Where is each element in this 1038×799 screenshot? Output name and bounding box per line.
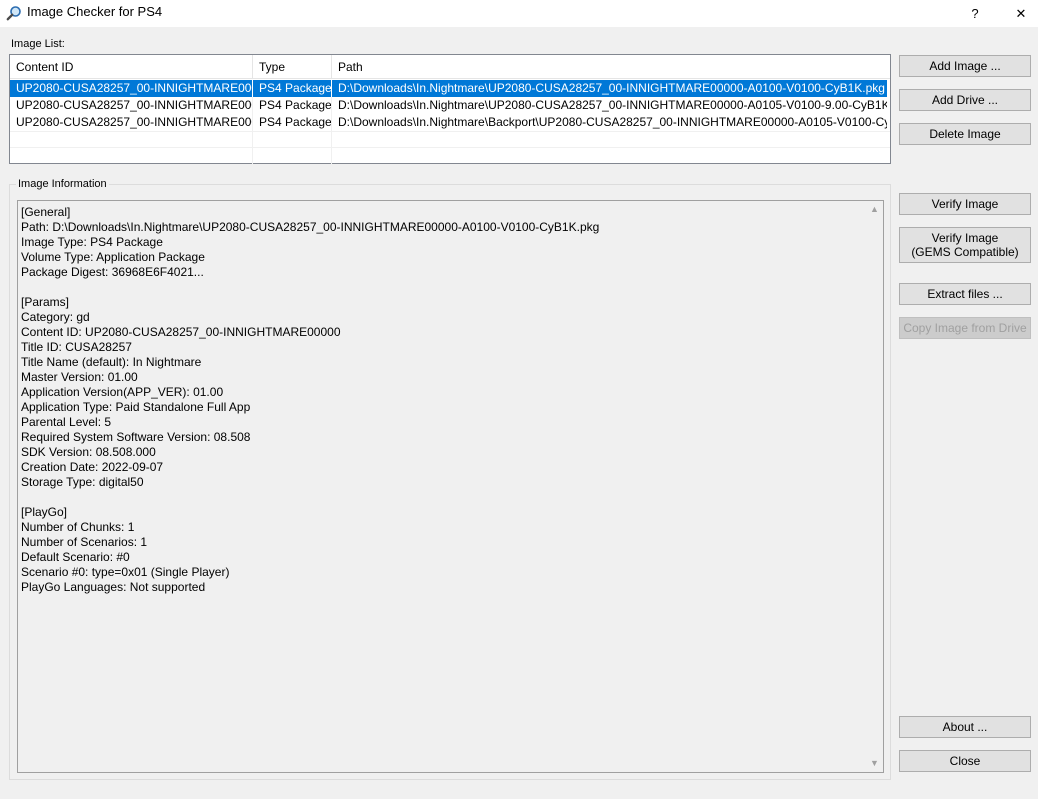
table-row[interactable]: UP2080-CUSA28257_00-INNIGHTMARE00000 PS4… <box>10 114 890 131</box>
image-information-label: Image Information <box>16 178 109 190</box>
cell-content-id: UP2080-CUSA28257_00-INNIGHTMARE00000 <box>10 80 253 97</box>
cell-content-id: UP2080-CUSA28257_00-INNIGHTMARE00000 <box>10 97 253 114</box>
image-information-text: [General] Path: D:\Downloads\In.Nightmar… <box>21 205 600 594</box>
cell-content-id: UP2080-CUSA28257_00-INNIGHTMARE00000 <box>10 114 253 131</box>
empty-cell <box>10 148 253 165</box>
table-row[interactable]: UP2080-CUSA28257_00-INNIGHTMARE00000 PS4… <box>10 97 890 114</box>
help-button[interactable]: ? <box>952 0 998 27</box>
verify-gems-line2: (GEMS Compatible) <box>911 245 1019 259</box>
extract-files-button[interactable]: Extract files ... <box>899 283 1031 305</box>
cell-path: D:\Downloads\In.Nightmare\UP2080-CUSA282… <box>332 80 887 97</box>
copy-image-from-drive-button: Copy Image from Drive <box>899 317 1031 339</box>
title-bar: Image Checker for PS4 ? ✕ <box>0 0 1038 27</box>
column-header-path[interactable]: Path <box>332 55 890 78</box>
window-close-button[interactable]: ✕ <box>998 0 1038 27</box>
window-title: Image Checker for PS4 <box>27 4 163 19</box>
cell-path: D:\Downloads\In.Nightmare\UP2080-CUSA282… <box>338 98 887 112</box>
column-header-type[interactable]: Type <box>253 55 332 78</box>
empty-cell <box>253 148 332 165</box>
delete-image-button[interactable]: Delete Image <box>899 123 1031 145</box>
cell-path: D:\Downloads\In.Nightmare\Backport\UP208… <box>338 115 887 129</box>
verify-gems-line1: Verify Image <box>931 231 999 245</box>
list-header: Content ID Type Path <box>10 55 890 79</box>
cell-type: PS4 Package <box>253 97 332 114</box>
image-list-label: Image List: <box>11 38 65 50</box>
column-header-content-id[interactable]: Content ID <box>10 55 253 78</box>
close-button[interactable]: Close <box>899 750 1031 772</box>
vertical-scrollbar[interactable]: ▲ ▼ <box>866 201 883 772</box>
image-information-textbox[interactable]: [General] Path: D:\Downloads\In.Nightmar… <box>17 200 884 773</box>
about-button[interactable]: About ... <box>899 716 1031 738</box>
magnifier-icon <box>6 5 22 21</box>
scroll-up-arrow-icon[interactable]: ▲ <box>866 201 883 218</box>
verify-image-gems-button[interactable]: Verify Image (GEMS Compatible) <box>899 227 1031 263</box>
scroll-down-arrow-icon[interactable]: ▼ <box>866 755 883 772</box>
cell-type: PS4 Package <box>253 80 332 97</box>
empty-row <box>10 147 890 165</box>
table-row[interactable]: UP2080-CUSA28257_00-INNIGHTMARE00000 PS4… <box>10 80 890 97</box>
verify-image-button[interactable]: Verify Image <box>899 193 1031 215</box>
image-list[interactable]: Content ID Type Path UP2080-CUSA28257_00… <box>9 54 891 165</box>
add-drive-button[interactable]: Add Drive ... <box>899 89 1031 111</box>
add-image-button[interactable]: Add Image ... <box>899 55 1031 77</box>
cell-type: PS4 Package <box>253 114 332 131</box>
